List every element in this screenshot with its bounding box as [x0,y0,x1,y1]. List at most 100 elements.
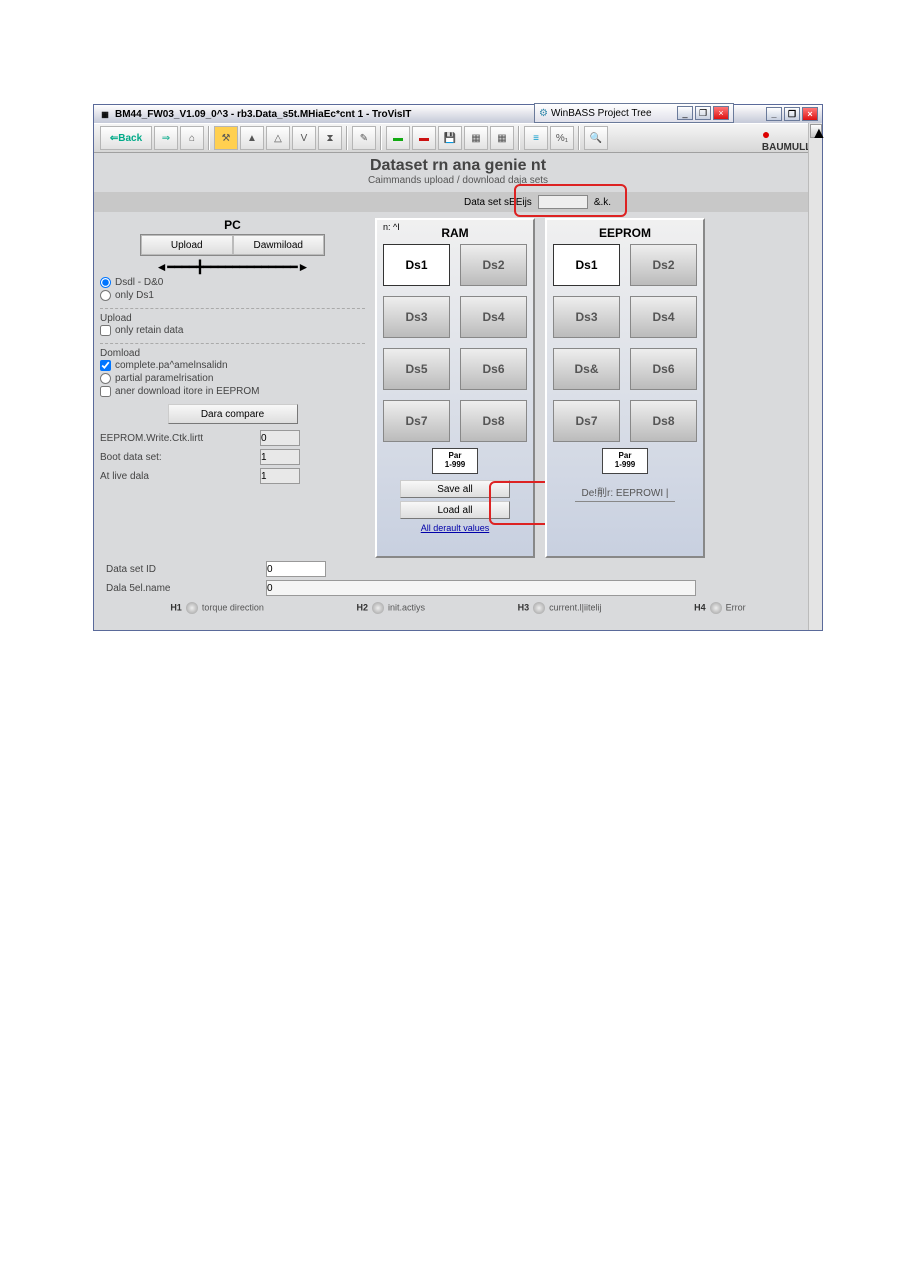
transfer-arrows: ◄━━━━╋━━━━━━━━━━━━━► [100,258,365,276]
eeprom-write-input[interactable] [260,430,300,446]
radio-all-ds[interactable] [100,277,111,288]
ram-ds3-button[interactable]: Ds3 [383,296,450,338]
h3-text: current.l|iitelij [549,602,601,612]
h2-text: init.actiys [388,602,425,612]
percent-icon[interactable]: %₁ [550,126,574,150]
window-controls: _ ❐ × [764,107,818,121]
tree-minimize-button[interactable]: _ [677,106,693,120]
tool-red-icon[interactable]: ✎ [352,126,376,150]
minimize-button[interactable]: _ [766,107,782,121]
load-all-button[interactable]: Load all [400,501,510,519]
window-title: BM44_FW03_V1.09_0^3 - rb3.Data_s5t.MHiaE… [115,109,411,120]
forward-button[interactable]: ⇒ [154,126,178,150]
eeprom-ds6-button[interactable]: Ds6 [630,348,697,390]
dataset-status-input[interactable] [538,195,588,209]
eeprom-header: EEPROM [553,226,697,240]
check-partial-param-label: partial paramelrisation [115,373,213,384]
chip-icon[interactable]: ▦ [464,126,488,150]
ram-ds4-button[interactable]: Ds4 [460,296,527,338]
dataset-id-label: Data set ID [106,564,266,575]
h4-text: Error [726,602,746,612]
dataset-status-label: Data set sEEijs [464,197,532,208]
scroll-up-button[interactable]: ▲ [810,124,822,138]
lines-icon[interactable]: ≡ [524,126,548,150]
save-all-button[interactable]: Save all [400,480,510,498]
all-default-values-link[interactable]: All derault values [383,523,527,533]
boot-dataset-label: Boot data set: [100,452,260,463]
disk-icon[interactable]: 💾 [438,126,462,150]
pc-label: PC [100,218,365,232]
delete-eeprom-link[interactable]: De!削r: EEPROWI | [575,484,675,502]
eeprom-panel: EEPROM Ds1 Ds2 Ds3 Ds4 Ds& Ds6 Ds7 Ds8 P… [545,218,705,558]
eeprom-par-box[interactable]: Par1-999 [602,448,648,474]
active-data-label: At live dala [100,471,260,482]
dataset-name-input[interactable] [266,580,696,596]
chip2-icon[interactable]: ▦ [490,126,514,150]
tool-icon[interactable]: ⚒ [214,126,238,150]
h1-indicator [186,602,198,614]
triangle-icon[interactable]: △ [266,126,290,150]
arrow-up-icon[interactable]: ▲ [240,126,264,150]
hourglass-icon[interactable]: ⧗ [318,126,342,150]
check-retain-data-label: only retain data [115,325,183,336]
ram-ds6-button[interactable]: Ds6 [460,348,527,390]
close-button[interactable]: × [802,107,818,121]
ram-ds7-button[interactable]: Ds7 [383,400,450,442]
check-store-eeprom[interactable] [100,386,111,397]
back-button[interactable]: ⇐ Back [100,126,152,150]
red-bars-icon[interactable]: ▬ [412,126,436,150]
toolbar: ⇐ Back ⇒ ⌂ ⚒ ▲ △ V ⧗ ✎ ▬ ▬ 💾 ▦ ▦ ≡ %₁ 🔍 … [94,123,822,153]
tree-close-button[interactable]: × [713,106,729,120]
eeprom-ds3-button[interactable]: Ds3 [553,296,620,338]
app-icon: ▦ [98,107,112,121]
ram-corner-label: n: ^I [383,222,400,232]
h4-indicator [710,602,722,614]
h2-indicator [372,602,384,614]
upload-button[interactable]: Upload [141,235,233,255]
h3-label: H3 [518,602,530,612]
page-subtitle: Caimmands upload / download daja sets [94,175,822,186]
ram-ds5-button[interactable]: Ds5 [383,348,450,390]
eeprom-ds8-button[interactable]: Ds8 [630,400,697,442]
ram-header: RAM [383,226,527,240]
ram-par-box[interactable]: Par1-999 [432,448,478,474]
dataset-status-bar: Data set sEEijs &.k. [94,192,822,212]
project-tree-window[interactable]: ⚙ WinBASS Project Tree _ ❐ × [534,103,734,123]
ram-ds8-button[interactable]: Ds8 [460,400,527,442]
project-tree-title: WinBASS Project Tree [551,108,652,119]
eeprom-ds2-button[interactable]: Ds2 [630,244,697,286]
radio-all-ds-label: Dsdl - D&0 [115,277,163,288]
tree-icon: ⚙ [539,108,548,119]
green-bars-icon[interactable]: ▬ [386,126,410,150]
check-complete-param[interactable] [100,360,111,371]
eeprom-ds7-button[interactable]: Ds7 [553,400,620,442]
check-store-eeprom-label: aner download itore in EEPROM [115,386,260,397]
tree-maximize-button[interactable]: ❐ [695,106,711,120]
h1-text: torque direction [202,602,264,612]
boot-dataset-input[interactable] [260,449,300,465]
ram-ds2-button[interactable]: Ds2 [460,244,527,286]
status-row: H1torque direction H2init.actiys H3curre… [94,602,822,614]
maximize-button[interactable]: ❐ [784,107,800,121]
eeprom-ds4-button[interactable]: Ds4 [630,296,697,338]
home-button[interactable]: ⌂ [180,126,204,150]
dataset-id-input[interactable] [266,561,326,577]
check-retain-data[interactable] [100,325,111,336]
eeprom-ds5-button[interactable]: Ds& [553,348,620,390]
radio-only-ds1[interactable] [100,290,111,301]
upload-section-header: Upload [100,308,365,324]
download-button[interactable]: Dawmiload [233,235,325,255]
download-section-header: Domload [100,343,365,359]
h4-label: H4 [694,602,706,612]
eeprom-ds1-button[interactable]: Ds1 [553,244,620,286]
h2-label: H2 [357,602,369,612]
search-icon[interactable]: 🔍 [584,126,608,150]
scrollbar[interactable]: ▲ [808,123,822,630]
data-compare-button[interactable]: Dara compare [168,404,298,424]
ram-ds1-button[interactable]: Ds1 [383,244,450,286]
arrow-down-icon[interactable]: V [292,126,316,150]
active-data-input[interactable] [260,468,300,484]
check-partial-param[interactable] [100,373,111,384]
check-complete-param-label: complete.pa^amelnsalidn [115,360,228,371]
eeprom-write-label: EEPROM.Write.Ctk.lirtt [100,433,260,444]
